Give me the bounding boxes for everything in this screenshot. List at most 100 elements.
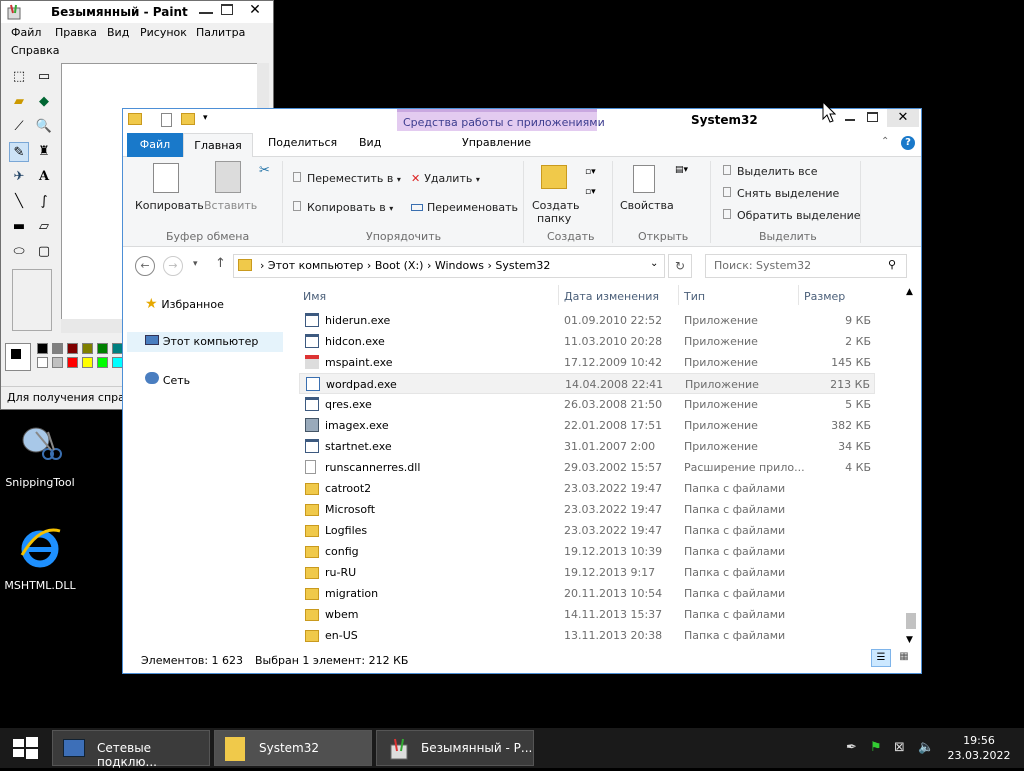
file-row[interactable]: mspaint.exe 17.12.2009 10:42 Приложение 145… [299, 352, 875, 373]
close-button[interactable]: ✕ [887, 109, 919, 127]
file-row[interactable]: migration 20.11.2013 10:54 Папка с файлами [299, 583, 875, 604]
invert-selection-button[interactable]: Обратить выделение [723, 209, 861, 222]
current-colors[interactable] [5, 343, 31, 371]
file-row[interactable]: runscannerres.dll 29.03.2002 15:57 Расшире… [299, 457, 875, 478]
up-button[interactable]: ↑ [215, 256, 226, 271]
ellipse-icon[interactable]: ⬭ [9, 242, 29, 262]
clock[interactable]: 19:56 23.03.2022 [944, 733, 1014, 763]
rectangle-icon[interactable]: ▬ [9, 217, 29, 237]
fill-icon[interactable]: ◆ [34, 92, 54, 112]
color-swatch[interactable] [67, 357, 78, 368]
menu-edit[interactable]: Правка [55, 26, 97, 39]
color-swatch[interactable] [82, 357, 93, 368]
paint-titlebar[interactable]: Безымянный - Paint ✕ [1, 1, 273, 23]
maximize-button[interactable] [221, 4, 233, 15]
breadcrumb-item[interactable]: Windows [435, 259, 484, 272]
recent-dropdown-icon[interactable]: ▾ [193, 259, 198, 269]
file-row[interactable]: config 19.12.2013 10:39 Папка с файлами [299, 541, 875, 562]
column-header-size[interactable]: Размер [804, 290, 845, 303]
explorer-titlebar[interactable]: ▾ Средства работы с приложениями System3… [123, 109, 921, 131]
pencil-icon[interactable]: ✎ [9, 142, 29, 162]
tool-options[interactable] [12, 269, 52, 331]
color-swatch[interactable] [97, 343, 108, 354]
file-row[interactable]: wbem 14.11.2013 15:37 Папка с файлами [299, 604, 875, 625]
explorer-window[interactable]: ▾ Средства работы с приложениями System3… [122, 108, 922, 674]
file-row[interactable]: Logfiles 23.03.2022 19:47 Папка с файлами [299, 520, 875, 541]
column-header-date[interactable]: Дата изменения [564, 290, 659, 303]
forward-button[interactable]: → [163, 256, 183, 276]
column-header-type[interactable]: Тип [684, 290, 705, 303]
file-list-scrollbar[interactable]: ▲ ▼ [903, 285, 919, 649]
free-select-icon[interactable]: ⬚ [9, 67, 29, 87]
menu-file[interactable]: Файл [11, 26, 41, 39]
file-row[interactable]: ru-RU 19.12.2013 9:17 Папка с файлами [299, 562, 875, 583]
volume-muted-icon[interactable]: 🔈 [918, 740, 934, 755]
brush-icon[interactable]: ♜ [34, 142, 54, 162]
desktop-icon-mshtml[interactable]: MSHTML.DLL [0, 525, 80, 592]
minimize-button[interactable] [845, 119, 855, 121]
details-view-button[interactable]: ☰ [871, 649, 891, 667]
column-header-name[interactable]: Имя [303, 290, 326, 303]
properties-button[interactable]: Свойства [620, 199, 674, 212]
collapse-ribbon-icon[interactable]: ⌃ [881, 136, 889, 147]
quick-access-dropdown-icon[interactable]: ▾ [203, 113, 208, 123]
color-picker-icon[interactable]: ⟋ [9, 117, 29, 137]
copy-button[interactable]: Копировать [135, 199, 204, 212]
back-button[interactable]: ← [135, 256, 155, 276]
taskbar-network-connections[interactable]: Сетевые подклю... [52, 730, 210, 769]
tab-share[interactable]: Поделиться [268, 136, 337, 149]
text-icon[interactable]: A [34, 167, 54, 187]
new-folder-button-line2[interactable]: папку [537, 212, 571, 225]
nav-favorites[interactable]: ★ Избранное [145, 296, 224, 312]
file-row[interactable]: Microsoft 23.03.2022 19:47 Папка с файлами [299, 499, 875, 520]
file-row[interactable]: catroot2 23.03.2022 19:47 Папка с файлами [299, 478, 875, 499]
select-none-button[interactable]: Снять выделение [723, 187, 839, 200]
rename-button[interactable]: Переименовать [411, 201, 518, 214]
quick-access-folder-icon[interactable] [181, 113, 195, 125]
address-box[interactable]: › Этот компьютер › Boot (X:) › Windows ›… [233, 254, 665, 278]
new-folder-button-line1[interactable]: Создать [532, 199, 580, 212]
color-swatch[interactable] [82, 343, 93, 354]
select-all-button[interactable]: Выделить все [723, 165, 817, 178]
rounded-rect-icon[interactable]: ▢ [34, 242, 54, 262]
move-to-button[interactable]: Переместить в ▾ [293, 172, 401, 185]
nav-this-pc[interactable]: Этот компьютер [127, 332, 283, 352]
open-dropdown-icon[interactable]: ▤▾ [675, 165, 688, 175]
file-row[interactable]: qres.exe 26.03.2008 21:50 Приложение 5 КБ [299, 394, 875, 415]
magnifier-icon[interactable]: 🔍 [34, 117, 54, 137]
network-status-icon[interactable]: ⊠ [894, 740, 905, 755]
scroll-down-icon[interactable]: ▼ [906, 635, 913, 645]
nav-network[interactable]: Сеть [145, 372, 190, 387]
desktop-icon-snippingtool[interactable]: SnippingTool [0, 420, 80, 489]
file-row[interactable]: hidcon.exe 11.03.2010 20:28 Приложение 2 КБ [299, 331, 875, 352]
maximize-button[interactable] [867, 112, 878, 122]
file-row[interactable]: en-US 13.11.2013 20:38 Папка с файлами [299, 625, 875, 646]
action-center-icon[interactable]: ⚑ [870, 740, 882, 755]
taskbar-paint[interactable]: Безымянный - Р... [376, 730, 534, 766]
help-icon[interactable]: ? [901, 136, 915, 150]
color-swatch[interactable] [37, 343, 48, 354]
start-button[interactable] [0, 728, 50, 768]
copy-to-button[interactable]: Копировать в ▾ [293, 201, 393, 214]
menu-view[interactable]: Вид [107, 26, 129, 39]
breadcrumb-item[interactable]: System32 [495, 259, 550, 272]
refresh-button[interactable]: ↻ [668, 254, 692, 278]
curve-icon[interactable]: ∫ [34, 192, 54, 212]
breadcrumb-item[interactable]: Boot (X:) [375, 259, 424, 272]
color-swatch[interactable] [52, 357, 63, 368]
file-row[interactable]: startnet.exe 31.01.2007 2:00 Приложение 34 … [299, 436, 875, 457]
pen-tray-icon[interactable]: ✒ [846, 740, 857, 755]
menu-help[interactable]: Справка [11, 44, 59, 57]
minimize-button[interactable] [199, 5, 213, 14]
color-swatch[interactable] [97, 357, 108, 368]
color-swatch[interactable] [37, 357, 48, 368]
breadcrumb-item[interactable]: Этот компьютер [268, 259, 364, 272]
tab-file[interactable]: Файл [127, 133, 183, 157]
scroll-thumb[interactable] [906, 613, 916, 629]
tab-view[interactable]: Вид [359, 136, 381, 149]
new-item-icon[interactable]: ▫▾ [585, 167, 596, 177]
tab-home[interactable]: Главная [183, 133, 253, 158]
polygon-icon[interactable]: ▱ [34, 217, 54, 237]
address-dropdown-icon[interactable]: ⌄ [650, 258, 658, 269]
airbrush-icon[interactable]: ✈ [9, 167, 29, 187]
